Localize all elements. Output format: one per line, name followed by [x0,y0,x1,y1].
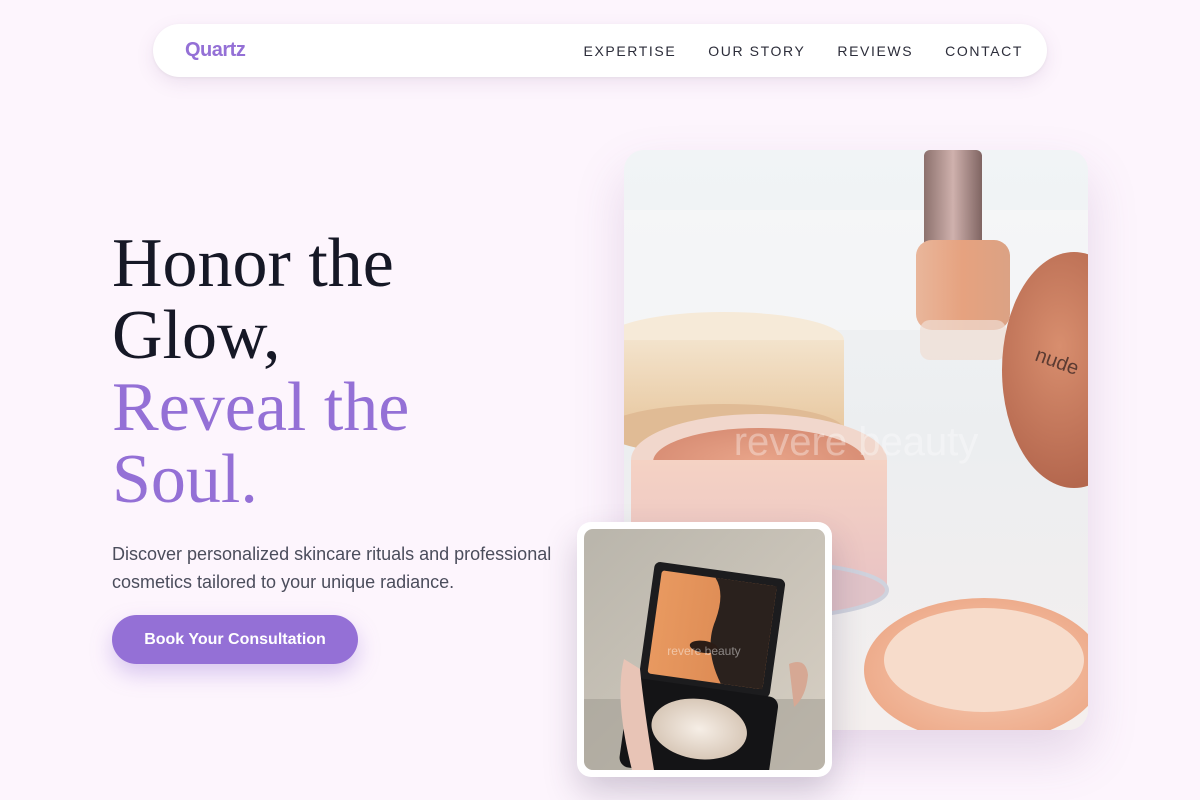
nav-link-contact[interactable]: CONTACT [945,43,1023,59]
hero-description: Discover personalized skincare rituals a… [112,544,552,592]
hero-title-line-2: Glow, [112,297,281,374]
brand-logo[interactable]: Quartz [185,39,246,62]
mirror-compact-photo: revere beauty [577,522,832,777]
main-photo-watermark: revere beauty [734,420,979,464]
small-photo-watermark: revere beauty [667,644,740,658]
mirror-compact-photo-inner: revere beauty [584,529,825,770]
book-consultation-button[interactable]: Book Your Consultation [112,615,358,664]
nav-link-reviews[interactable]: REVIEWS [837,43,913,59]
nav-link-expertise[interactable]: EXPERTISE [584,43,677,59]
hero-title-accent-line-1: Reveal the [112,369,410,446]
hero-title-line-1: Honor the [112,225,394,302]
hero-title: Honor the Glow, Reveal the Soul. [112,228,572,516]
nav-link-our-story[interactable]: OUR STORY [708,43,805,59]
top-navigation: Quartz EXPERTISE OUR STORY REVIEWS CONTA… [153,24,1047,77]
hero-title-accent-line-2: Soul. [112,441,258,518]
nav-links: EXPERTISE OUR STORY REVIEWS CONTACT [584,43,1023,59]
